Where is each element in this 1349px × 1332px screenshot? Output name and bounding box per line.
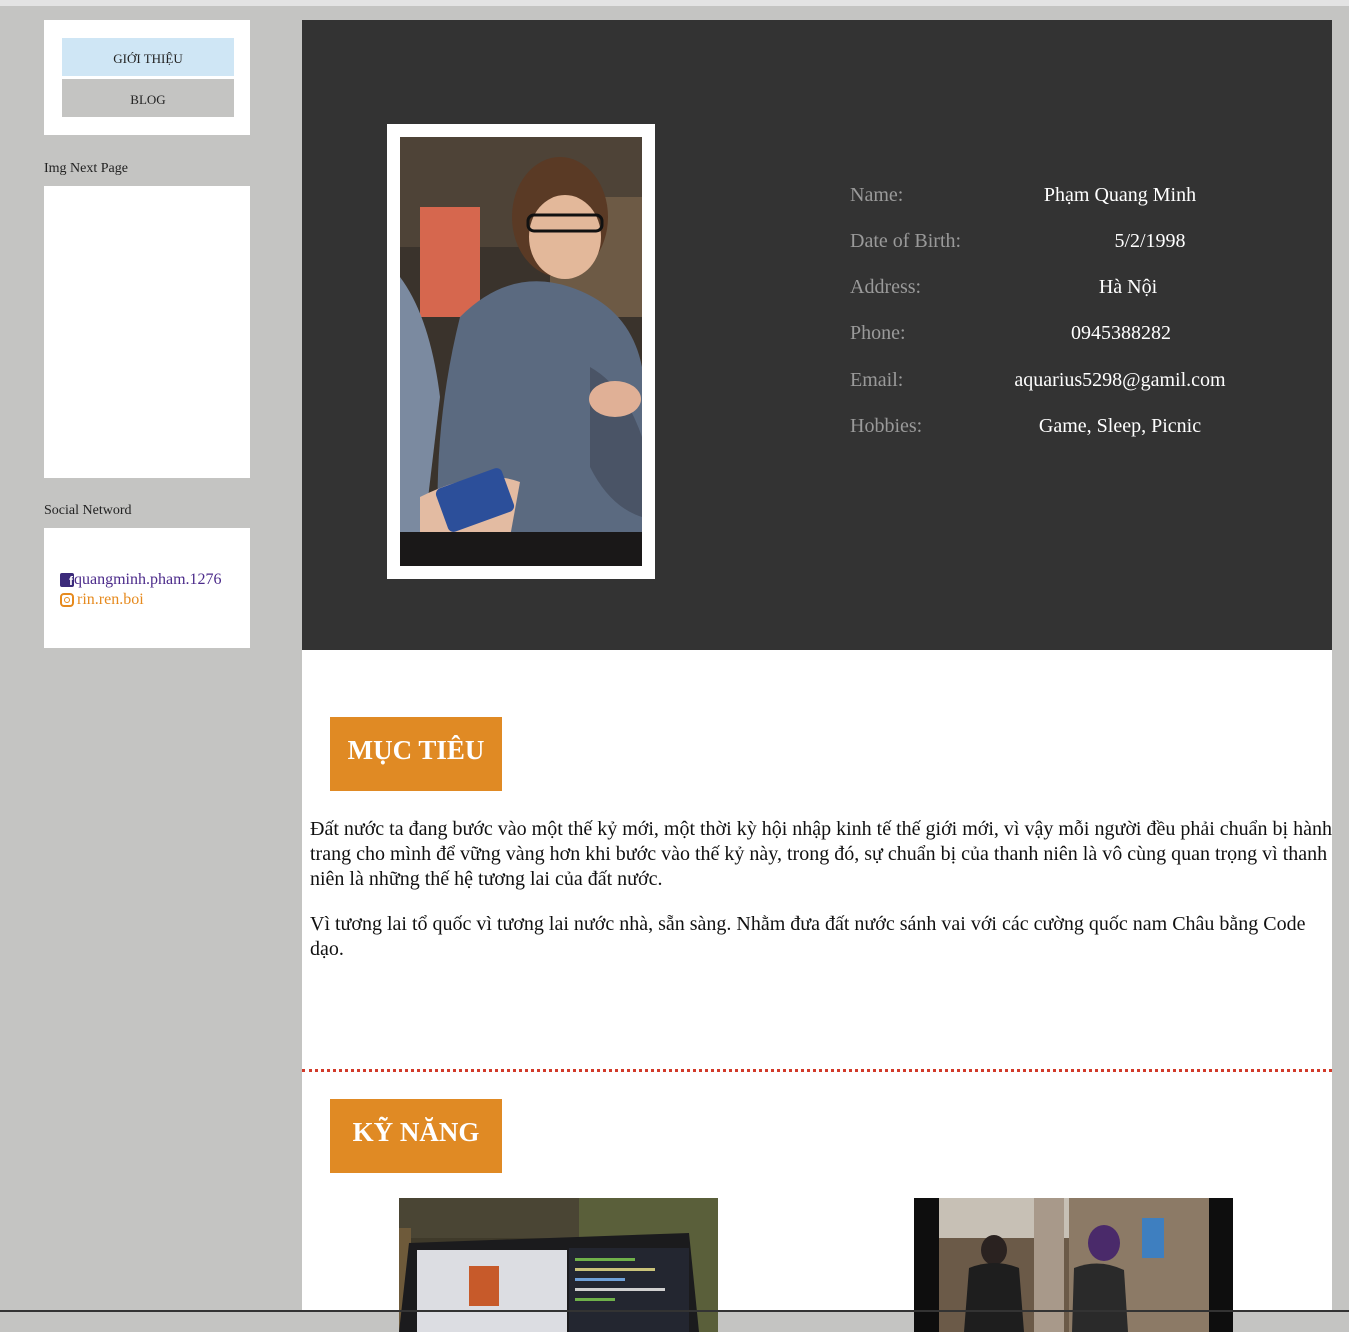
name-label: Name: (850, 184, 904, 206)
dob-value: 5/2/1998 (1114, 230, 1186, 252)
dob-label: Date of Birth: (850, 230, 962, 252)
img-section-label: Img Next Page (44, 161, 128, 176)
address-label: Address: (850, 276, 922, 298)
img-next-page-box[interactable] (44, 186, 250, 478)
instagram-handle: rin.ren.boi (77, 591, 144, 608)
address-value: Hà Nội (1098, 276, 1158, 298)
objective-paragraph-2: Vì tương lai tổ quốc vì tương lai nước n… (310, 913, 1306, 960)
section-divider (302, 1069, 1332, 1072)
profile-photo-frame (387, 124, 655, 579)
phone-value: 0945388282 (1071, 322, 1171, 344)
main-content: Name: Phạm Quang Minh Date of Birth: 5/2… (302, 20, 1332, 1332)
facebook-icon: f (60, 573, 74, 588)
facebook-handle: quangminh.pham.1276 (74, 571, 222, 588)
browser-top-strip (0, 0, 1349, 6)
email-value: aquarius5298@gamil.com (1014, 369, 1226, 391)
profile-photo (400, 137, 642, 566)
phone-label: Phone: (850, 322, 906, 344)
skills-heading: KỸ NĂNG (330, 1099, 502, 1173)
nav-blog-button[interactable]: BLOG (62, 79, 234, 117)
social-section-label: Social Netword (44, 503, 132, 518)
profile-hero: Name: Phạm Quang Minh Date of Birth: 5/2… (302, 20, 1332, 650)
instagram-link[interactable]: rin.ren.boi (60, 591, 144, 609)
objective-heading: MỤC TIÊU (330, 717, 502, 791)
social-box: f quangminh.pham.1276 rin.ren.boi (44, 528, 250, 648)
nav-menu: GIỚI THIỆU BLOG (44, 20, 250, 135)
hobbies-label: Hobbies: (850, 415, 923, 437)
email-label: Email: (850, 369, 904, 391)
name-value: Phạm Quang Minh (1043, 184, 1197, 206)
objective-paragraph-1: Đất nước ta đang bước vào một thế kỷ mới… (310, 818, 1332, 890)
hobbies-value: Game, Sleep, Picnic (1038, 415, 1202, 437)
nav-intro-button[interactable]: GIỚI THIỆU (62, 38, 234, 76)
facebook-link[interactable]: f quangminh.pham.1276 (60, 571, 222, 589)
instagram-icon (60, 593, 74, 607)
